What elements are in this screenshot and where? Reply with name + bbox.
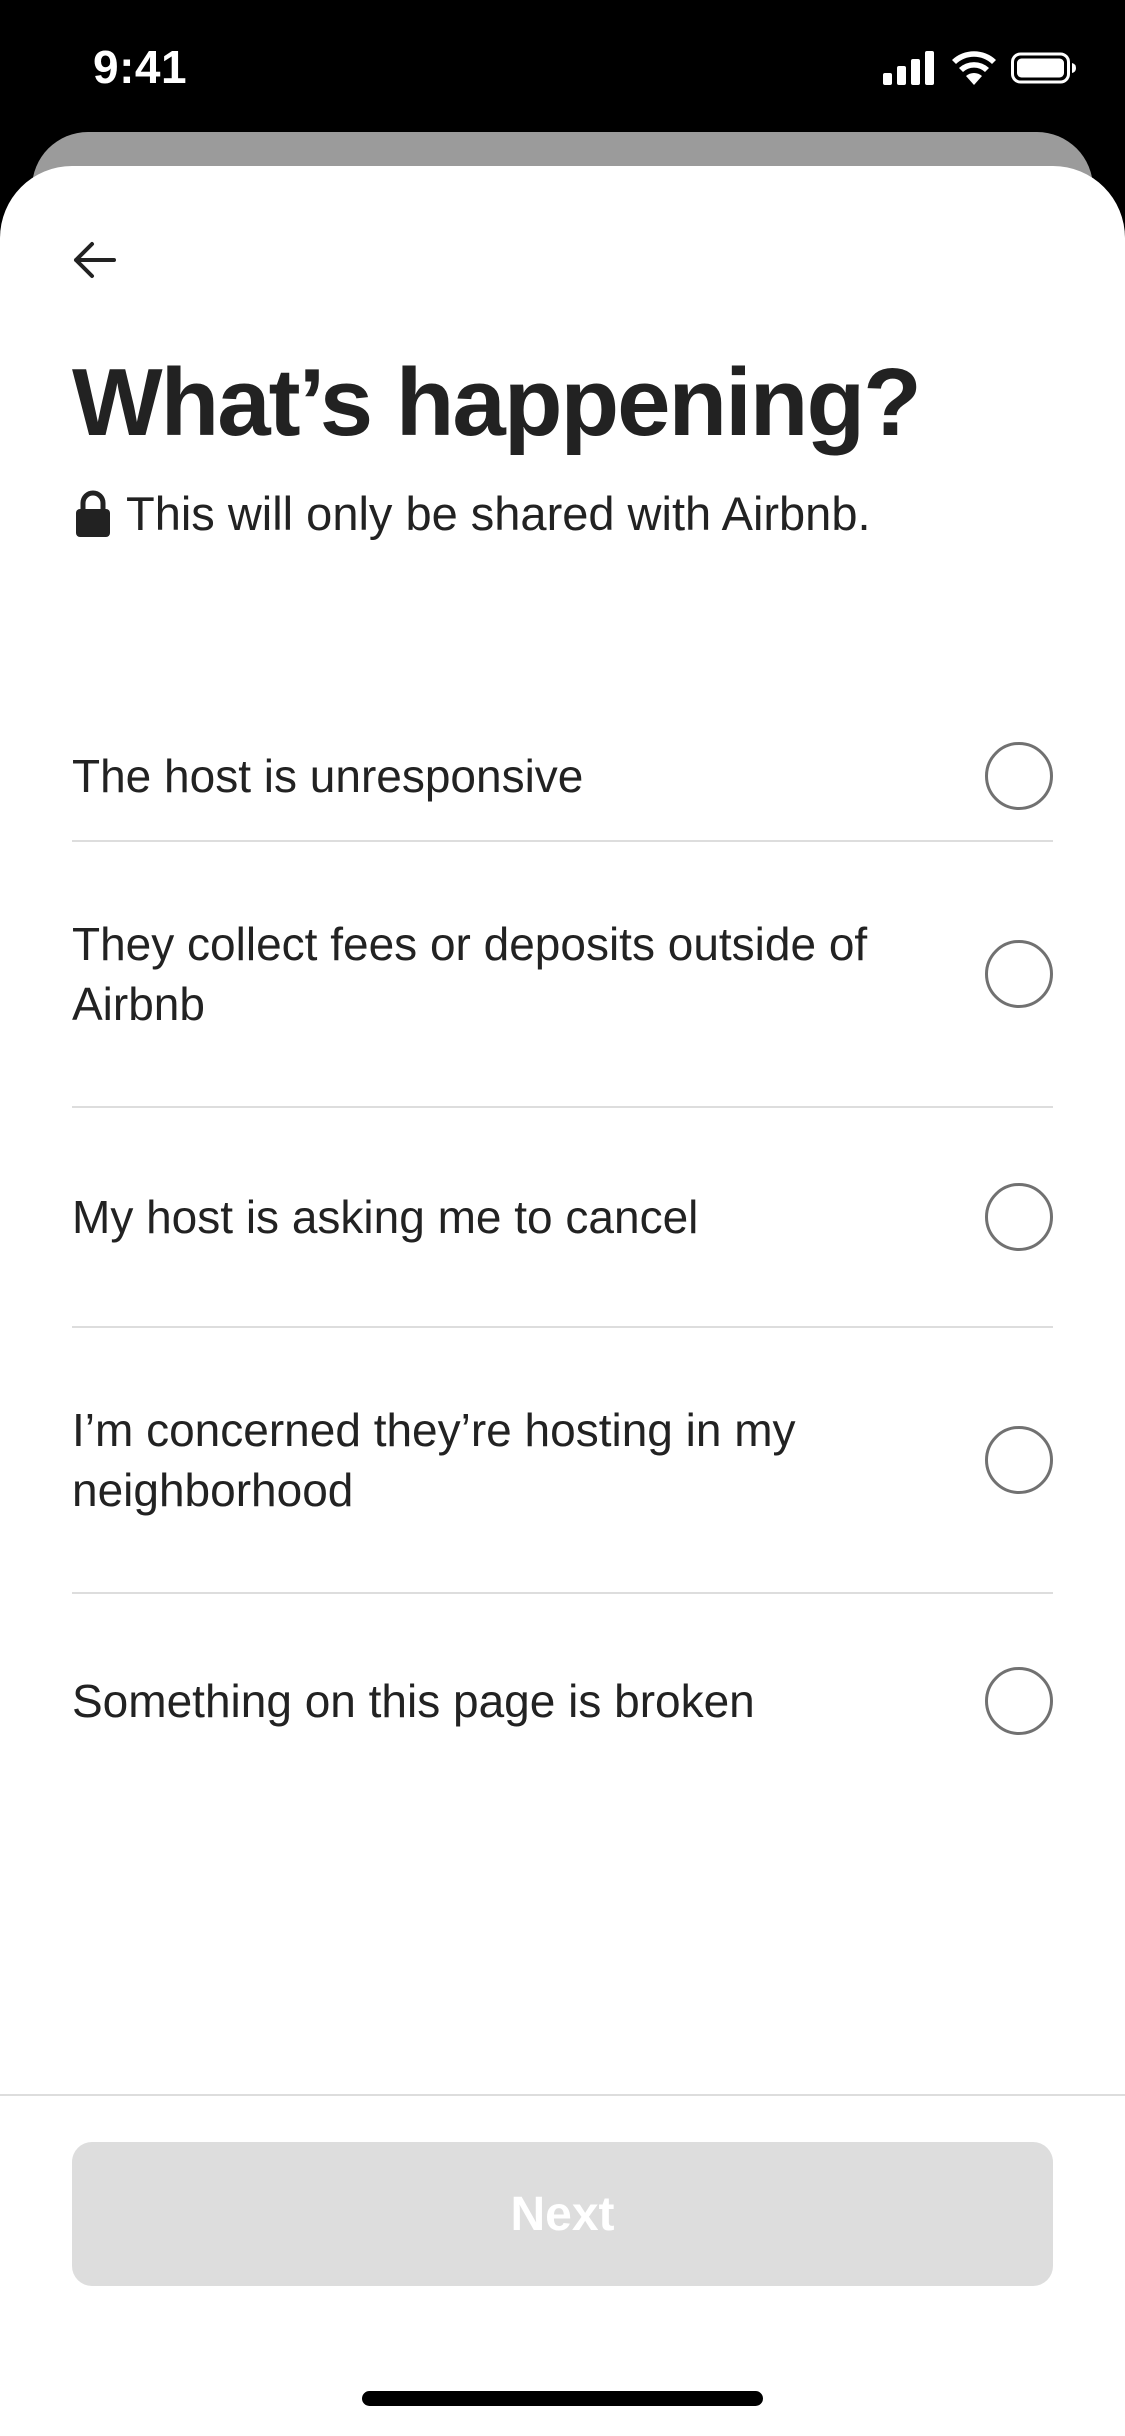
status-icons <box>883 48 1077 88</box>
option-hosting-neighborhood[interactable]: I’m concerned they’re hosting in my neig… <box>72 1328 1053 1592</box>
arrow-left-icon <box>70 240 118 285</box>
page-title: What’s happening? <box>72 349 922 456</box>
cellular-signal-icon <box>883 51 937 85</box>
wifi-icon <box>951 51 997 85</box>
status-bar: 9:41 <box>0 0 1125 140</box>
status-time: 9:41 <box>93 41 188 93</box>
lock-icon <box>74 490 112 538</box>
option-label: They collect fees or deposits outside of… <box>72 918 868 1030</box>
next-button[interactable]: Next <box>72 2142 1053 2286</box>
radio-button[interactable] <box>985 1426 1053 1494</box>
home-indicator[interactable] <box>362 2391 763 2406</box>
option-label: The host is unresponsive <box>72 750 584 802</box>
radio-button[interactable] <box>985 1667 1053 1735</box>
privacy-note-text: This will only be shared with Airbnb. <box>126 487 871 540</box>
footer-divider <box>0 2094 1125 2096</box>
option-host-unresponsive[interactable]: The host is unresponsive <box>72 688 1053 864</box>
option-label: Something on this page is broken <box>72 1675 755 1727</box>
option-label: I’m concerned they’re hosting in my neig… <box>72 1404 796 1516</box>
report-sheet: What’s happening? This will only be shar… <box>0 166 1125 2436</box>
option-label: My host is asking me to cancel <box>72 1191 699 1243</box>
privacy-note: This will only be shared with Airbnb. <box>74 486 871 541</box>
radio-button[interactable] <box>985 742 1053 810</box>
radio-button[interactable] <box>985 1183 1053 1251</box>
battery-icon <box>1011 51 1077 85</box>
back-button[interactable] <box>62 230 126 294</box>
option-page-broken[interactable]: Something on this page is broken <box>72 1594 1053 1808</box>
option-fees-outside-airbnb[interactable]: They collect fees or deposits outside of… <box>72 842 1053 1106</box>
option-host-asking-cancel[interactable]: My host is asking me to cancel <box>72 1108 1053 1326</box>
radio-button[interactable] <box>985 940 1053 1008</box>
